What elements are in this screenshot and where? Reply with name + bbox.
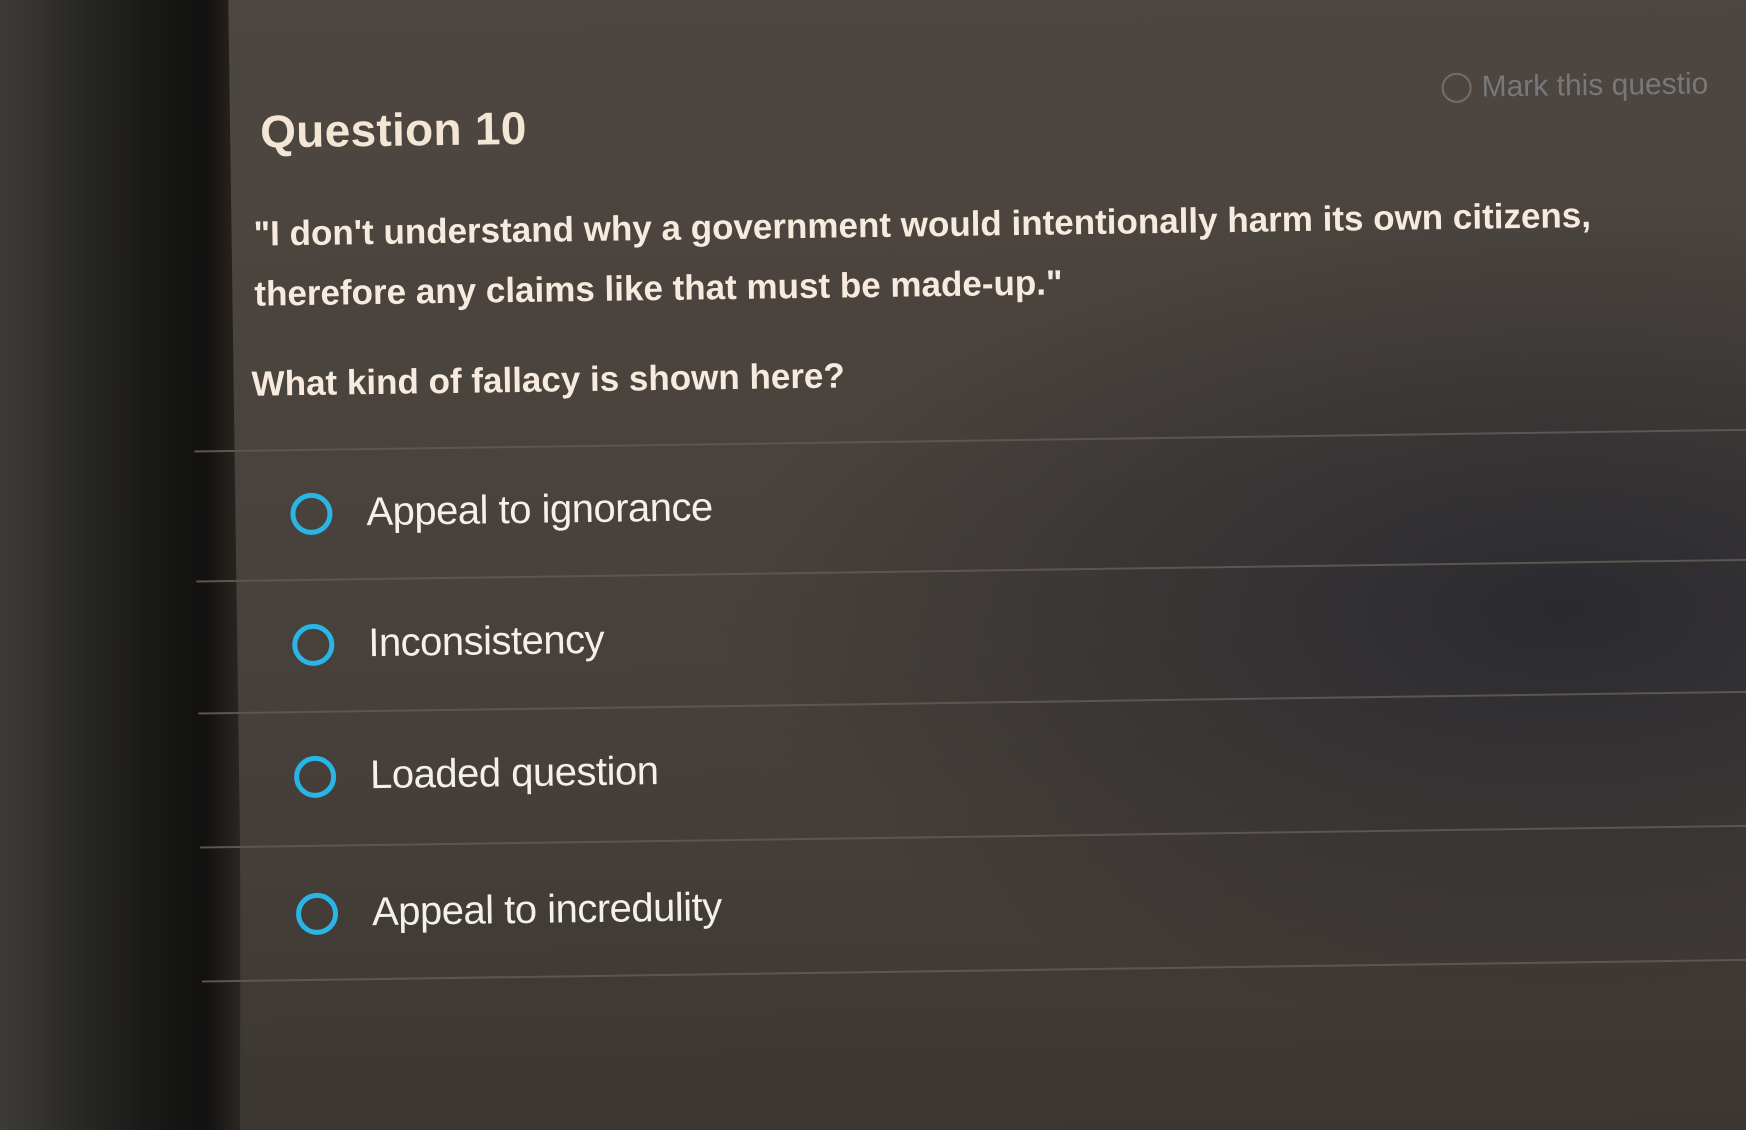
- answer-option[interactable]: Appeal to incredulity: [295, 885, 723, 936]
- answer-option[interactable]: Loaded question: [293, 749, 659, 799]
- question-prompt: What kind of fallacy is shown here?: [251, 356, 846, 404]
- option-divider: [200, 823, 1746, 849]
- quiz-screen: Question 10 Mark this questio "I don't u…: [194, 0, 1746, 1130]
- circle-outline-icon: [1441, 72, 1472, 104]
- answer-option[interactable]: Appeal to ignorance: [290, 485, 713, 536]
- question-quote: "I don't understand why a government wou…: [253, 195, 1592, 314]
- radio-unchecked-icon[interactable]: [290, 492, 333, 535]
- monitor-bezel: [0, 0, 240, 1130]
- radio-unchecked-icon[interactable]: [293, 755, 337, 798]
- option-divider: [201, 957, 1746, 983]
- answer-option[interactable]: Inconsistency: [291, 617, 605, 667]
- radio-unchecked-icon[interactable]: [291, 623, 335, 666]
- option-divider: [194, 427, 1746, 453]
- option-divider: [196, 557, 1746, 583]
- radio-unchecked-icon[interactable]: [295, 892, 339, 935]
- answer-option-label: Appeal to ignorance: [366, 485, 714, 535]
- answer-option-label: Inconsistency: [367, 617, 605, 666]
- answer-option-label: Appeal to incredulity: [371, 885, 723, 935]
- mark-question-label: Mark this questio: [1481, 67, 1709, 104]
- option-divider: [198, 689, 1746, 715]
- mark-question-toggle[interactable]: Mark this questio: [1441, 67, 1709, 105]
- question-title: Question 10: [259, 101, 528, 158]
- photo-frame: Question 10 Mark this questio "I don't u…: [0, 0, 1746, 1130]
- answer-option-label: Loaded question: [369, 749, 659, 798]
